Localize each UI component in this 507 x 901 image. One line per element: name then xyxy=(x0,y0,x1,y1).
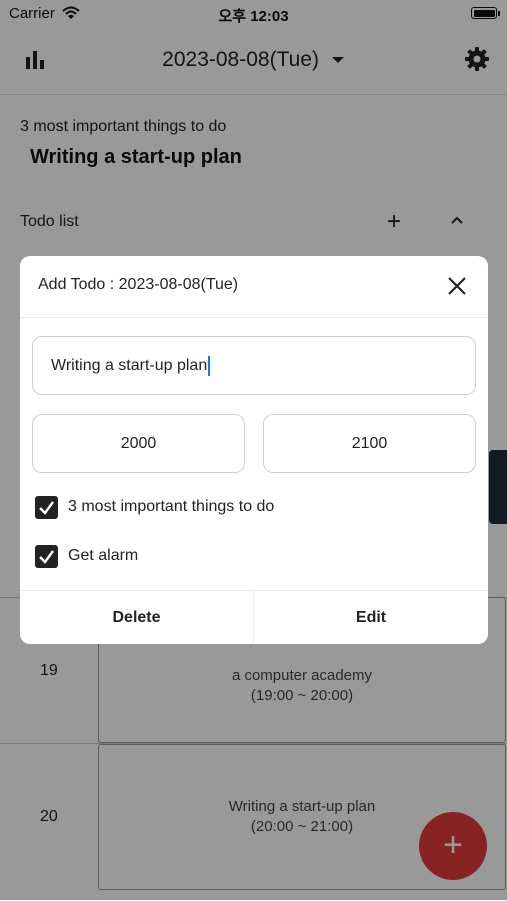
end-time-value: 2100 xyxy=(351,435,388,452)
alarm-checkbox-label[interactable]: Get alarm xyxy=(68,547,138,565)
text-caret xyxy=(208,355,211,376)
start-time-value: 2000 xyxy=(120,435,157,452)
end-time-input[interactable]: 2100 xyxy=(263,414,476,473)
delete-button[interactable]: Delete xyxy=(20,591,253,644)
divider xyxy=(20,317,488,318)
important-checkbox-label[interactable]: 3 most important things to do xyxy=(68,498,274,516)
close-icon[interactable] xyxy=(446,275,468,302)
add-todo-dialog: Add Todo : 2023-08-08(Tue) Writing a sta… xyxy=(20,256,488,644)
important-checkbox[interactable] xyxy=(35,496,58,519)
todo-title-input[interactable]: Writing a start-up plan xyxy=(32,336,476,395)
edit-button[interactable]: Edit xyxy=(254,591,488,644)
start-time-input[interactable]: 2000 xyxy=(32,414,245,473)
todo-title-value: Writing a start-up plan xyxy=(51,357,208,374)
dialog-title: Add Todo : 2023-08-08(Tue) xyxy=(38,276,239,293)
alarm-checkbox[interactable] xyxy=(35,545,58,568)
